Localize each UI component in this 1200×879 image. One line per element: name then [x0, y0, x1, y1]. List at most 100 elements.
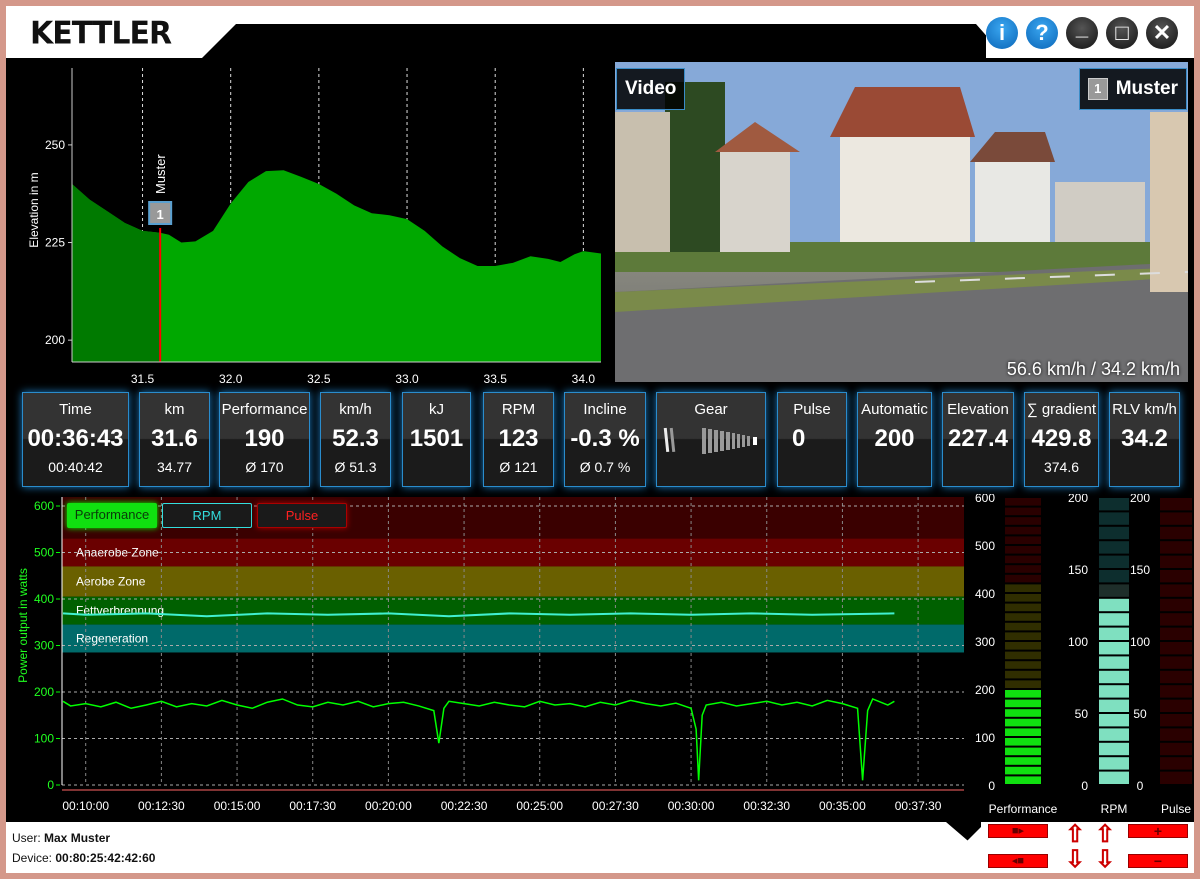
- level-bar-segment: [1160, 627, 1192, 640]
- level-bar-segment: [1099, 742, 1129, 756]
- stat-label: RPM: [501, 401, 536, 418]
- bar-tick-label: 200: [975, 683, 995, 697]
- bar-tick-label: 100: [1130, 635, 1150, 649]
- bar-tick-label: 0: [1137, 779, 1144, 793]
- level-bar-segment: [1099, 584, 1129, 597]
- x-tick-label: 00:22:30: [441, 799, 488, 813]
- stat-label: Time: [59, 401, 92, 418]
- maximize-button[interactable]: □: [1106, 17, 1138, 49]
- stat-gear[interactable]: Gear: [656, 392, 766, 487]
- stat-sub: Ø 51.3: [334, 459, 377, 475]
- power-chart[interactable]: Anaerobe ZoneAerobe ZoneFettverbrennungR…: [6, 494, 1194, 824]
- minus-button[interactable]: −: [1128, 854, 1188, 868]
- x-tick-label: 34.0: [572, 372, 596, 386]
- level-bar-segment: [1099, 714, 1129, 727]
- user-info: User: Max Muster: [12, 831, 110, 845]
- level-bar-segment: [1160, 613, 1192, 626]
- stat-label: ∑ gradient: [1026, 401, 1097, 418]
- stat-speed: km/h 52.3 Ø 51.3: [320, 392, 391, 487]
- bar-tick-label: 100: [1068, 635, 1088, 649]
- y-tick-label: 0: [47, 778, 54, 792]
- minimize-button[interactable]: _: [1066, 17, 1098, 49]
- arrow-down-icon[interactable]: ⇩: [1065, 848, 1085, 872]
- level-bar-segment: [1005, 690, 1041, 698]
- zone-band: [62, 596, 964, 625]
- bar-tick-label: 600: [975, 494, 995, 505]
- level-bar-segment: [1160, 555, 1192, 568]
- x-tick-label: 00:12:30: [138, 799, 185, 813]
- stat-value: 00:36:43: [27, 425, 124, 452]
- x-tick-label: 00:20:00: [365, 799, 412, 813]
- level-bar-segment: [1005, 728, 1041, 736]
- stat-rlv-speed: RLV km/h 34.2: [1109, 392, 1180, 487]
- y-axis-label: Elevation in m: [27, 172, 41, 247]
- x-tick-label: 00:30:00: [668, 799, 715, 813]
- bar-tick-label: 500: [975, 539, 995, 553]
- video-label: Video: [616, 68, 686, 110]
- zone-label: Aerobe Zone: [76, 575, 146, 589]
- y-tick-label: 200: [45, 333, 65, 347]
- stat-value: 429.8: [1031, 425, 1092, 452]
- level-bar-segment: [1005, 766, 1041, 775]
- stat-pulse: Pulse 0: [777, 392, 847, 487]
- stat-label: km: [164, 401, 185, 418]
- plus-button[interactable]: +: [1128, 824, 1188, 838]
- plus-icon: +: [1153, 823, 1163, 839]
- bar-tick-label: 300: [975, 635, 995, 649]
- close-button[interactable]: ✕: [1146, 17, 1178, 49]
- speed-readout: 56.6 km/h / 34.2 km/h: [1006, 359, 1180, 379]
- device-label: Device:: [12, 851, 53, 865]
- stat-value: 31.6: [151, 425, 198, 452]
- arrow-down-icon[interactable]: ⇩: [1095, 848, 1115, 872]
- video-frame: [615, 62, 1188, 382]
- x-tick-label: 00:25:00: [516, 799, 563, 813]
- elevation-chart[interactable]: 1 Muster 200 225 250 31.5 32.0 32.5 33.0 33.5 34.0…: [6, 58, 606, 388]
- level-bar-segment: [1099, 627, 1129, 640]
- user-name: Max Muster: [44, 831, 111, 845]
- y-axis-label: Power output in watts: [16, 568, 30, 683]
- x-tick-label: 00:35:00: [819, 799, 866, 813]
- legend-performance-toggle[interactable]: Performance: [67, 503, 157, 528]
- level-bar-segment: [1160, 598, 1192, 612]
- video-panel: Video 1 Muster 56.6 km/h / 34.2 km/h: [615, 62, 1188, 382]
- level-bar-segment: [1160, 728, 1192, 741]
- stat-label: RLV km/h: [1112, 401, 1177, 418]
- arrow-up-icon[interactable]: ⇧: [1065, 823, 1085, 847]
- arrow-up-icon[interactable]: ⇧: [1095, 823, 1115, 847]
- stat-sub: Ø 170: [245, 459, 284, 475]
- level-bar-segment: [1005, 699, 1041, 708]
- legend-pulse-toggle[interactable]: Pulse: [257, 503, 347, 528]
- level-bar-segment: [1005, 670, 1041, 679]
- help-button[interactable]: ?: [1026, 17, 1058, 49]
- legend-rpm-toggle[interactable]: RPM: [162, 503, 252, 528]
- level-bar-segment: [1005, 709, 1041, 717]
- stat-value: 123: [498, 425, 539, 452]
- rider-marker-number: 1: [157, 207, 164, 222]
- level-bar-segment: [1099, 670, 1129, 684]
- stat-sub: 34.77: [156, 459, 193, 475]
- x-tick-label: 33.0: [395, 372, 419, 386]
- stat-value: -0.3 %: [570, 425, 640, 452]
- stat-sub: 00:40:42: [48, 459, 103, 475]
- gear-indicator-icon: [663, 427, 757, 454]
- kettler-logo: KETTLER: [30, 15, 172, 52]
- user-label: User:: [12, 831, 41, 845]
- level-bar-segment: [1099, 526, 1129, 540]
- camera-forward-button[interactable]: ■▸: [988, 824, 1048, 838]
- level-bar-segment: [1160, 498, 1192, 511]
- y-tick-label: 225: [45, 236, 65, 250]
- stat-value: 34.2: [1121, 425, 1168, 452]
- level-bar-segment: [1099, 512, 1129, 525]
- level-bar-segment: [1005, 613, 1041, 621]
- x-tick-label: 00:10:00: [62, 799, 109, 813]
- bar-tick-label: 0: [1081, 779, 1088, 793]
- level-bar-segment: [1099, 757, 1129, 770]
- info-button[interactable]: i: [986, 17, 1018, 49]
- level-bar-segment: [1160, 526, 1192, 540]
- level-bar-segment: [1005, 680, 1041, 688]
- stat-value: 52.3: [332, 425, 379, 452]
- level-bar-segment: [1005, 574, 1041, 583]
- level-bar-segment: [1160, 742, 1192, 756]
- rider-badge[interactable]: 1 Muster: [1078, 68, 1187, 110]
- camera-back-button[interactable]: ◂■: [988, 854, 1048, 868]
